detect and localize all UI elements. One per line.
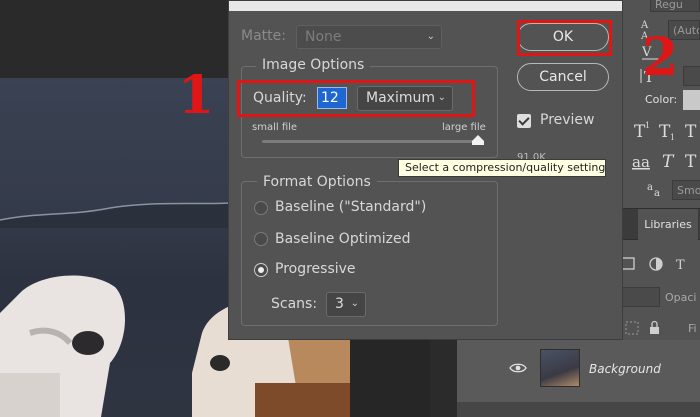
chevron-down-icon: ⌄ — [426, 31, 435, 42]
antialias-field[interactable]: Smo — [672, 180, 700, 200]
annotation-step-2: 2 — [642, 27, 679, 88]
cancel-button[interactable]: Cancel — [517, 63, 609, 91]
svg-text:T: T — [685, 152, 697, 172]
svg-text:T: T — [676, 258, 685, 273]
scale-field[interactable] — [683, 66, 700, 86]
matte-label: Matte: — [241, 28, 286, 44]
layer-strip-below — [457, 402, 700, 417]
matte-value: None — [305, 29, 342, 45]
preview-checkbox[interactable] — [517, 114, 531, 128]
font-style-field[interactable]: Regu — [650, 0, 700, 12]
small-file-label: small file — [252, 122, 298, 133]
photo-dog-white — [0, 275, 125, 417]
layer-filter-icons[interactable]: T — [620, 255, 700, 273]
svg-text:aa: aa — [632, 153, 650, 171]
radio-selected-icon[interactable] — [254, 263, 268, 277]
blend-mode-field[interactable] — [620, 287, 660, 307]
chevron-down-icon: ⌄ — [350, 298, 359, 309]
eye-icon[interactable] — [509, 362, 527, 374]
tab-libraries[interactable]: Libraries — [638, 209, 698, 241]
scans-label: Scans: — [271, 296, 318, 312]
radio-baseline-optimized[interactable] — [254, 232, 268, 246]
svg-text:1: 1 — [645, 121, 650, 130]
color-label: Color: — [645, 93, 678, 106]
svg-text:1: 1 — [670, 133, 675, 142]
matte-select: None ⌄ — [296, 25, 442, 49]
radio-baseline-standard[interactable] — [254, 201, 268, 215]
text-color-swatch[interactable] — [683, 90, 700, 110]
baseline-optimized-label[interactable]: Baseline Optimized — [275, 231, 410, 247]
scans-select[interactable]: 3 ⌄ — [326, 292, 366, 317]
large-file-label: large file — [442, 122, 486, 133]
layer-thumbnail — [540, 349, 580, 387]
svg-text:a: a — [654, 188, 660, 199]
annotation-box-quality — [237, 80, 475, 117]
svg-text:T: T — [685, 122, 697, 142]
format-options-legend: Format Options — [257, 174, 377, 190]
image-options-legend: Image Options — [256, 57, 371, 73]
quality-tooltip: Select a compression/quality setting — [398, 159, 606, 177]
text-style-icon[interactable]: T 1 T 1 T — [632, 118, 700, 144]
slider-thumb-icon[interactable] — [472, 135, 484, 145]
photo-brown-blanket — [255, 383, 350, 417]
fill-label: Fi — [688, 322, 697, 335]
progressive-label[interactable]: Progressive — [275, 261, 356, 277]
quality-slider-track[interactable] — [262, 140, 482, 143]
dialog-titlebar — [229, 1, 622, 11]
preview-label[interactable]: Preview — [540, 112, 595, 128]
layer-name[interactable]: Background — [589, 362, 661, 376]
scans-value: 3 — [335, 296, 344, 312]
antialias-icon: a a — [647, 182, 660, 199]
baseline-standard-label[interactable]: Baseline ("Standard") — [275, 199, 426, 215]
panel-tab-strip: Libraries — [611, 208, 700, 241]
svg-text:a: a — [647, 182, 653, 193]
annotation-step-1: 1 — [178, 65, 215, 126]
opacity-label: Opaci — [665, 291, 697, 304]
annotation-box-ok — [517, 20, 612, 56]
lock-icon[interactable] — [624, 320, 664, 336]
text-style-icon-row2[interactable]: aa T T — [632, 148, 700, 174]
svg-text:T: T — [662, 152, 675, 172]
